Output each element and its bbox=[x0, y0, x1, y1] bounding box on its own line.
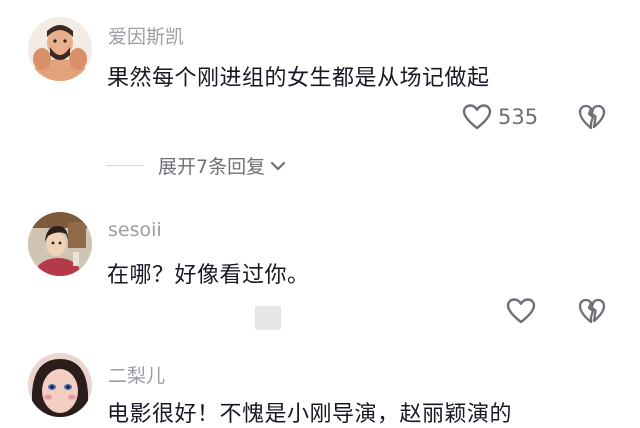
comment-username[interactable]: 二梨儿 bbox=[108, 361, 165, 388]
avatar[interactable] bbox=[28, 353, 92, 417]
heart-outline-icon bbox=[462, 104, 492, 130]
expand-replies-button[interactable]: 展开7条回复 bbox=[106, 152, 287, 179]
dislike-button[interactable] bbox=[578, 297, 606, 329]
comment-text: 果然每个刚进组的女生都是从场记做起 bbox=[107, 66, 490, 91]
comment-text: 电影很好！不愧是小刚导演，赵丽颖演的 bbox=[107, 402, 513, 427]
avatar[interactable] bbox=[28, 212, 92, 276]
like-button[interactable] bbox=[506, 297, 542, 325]
like-count: 535 bbox=[498, 105, 539, 129]
blurred-media bbox=[255, 306, 281, 330]
expand-replies-label: 展开7条回复 bbox=[158, 156, 266, 178]
divider bbox=[106, 165, 144, 166]
heart-outline-icon bbox=[506, 298, 536, 324]
broken-heart-icon bbox=[578, 298, 606, 324]
broken-heart-icon bbox=[578, 104, 606, 130]
like-button[interactable]: 535 bbox=[462, 103, 538, 131]
avatar[interactable] bbox=[28, 17, 92, 81]
comment-username[interactable]: 爱因斯凯 bbox=[108, 22, 184, 49]
comment-text: 在哪？好像看过你。 bbox=[107, 263, 310, 288]
chevron-down-icon bbox=[270, 161, 286, 170]
dislike-button[interactable] bbox=[578, 103, 606, 135]
comment-username[interactable]: sesoii bbox=[108, 219, 162, 241]
